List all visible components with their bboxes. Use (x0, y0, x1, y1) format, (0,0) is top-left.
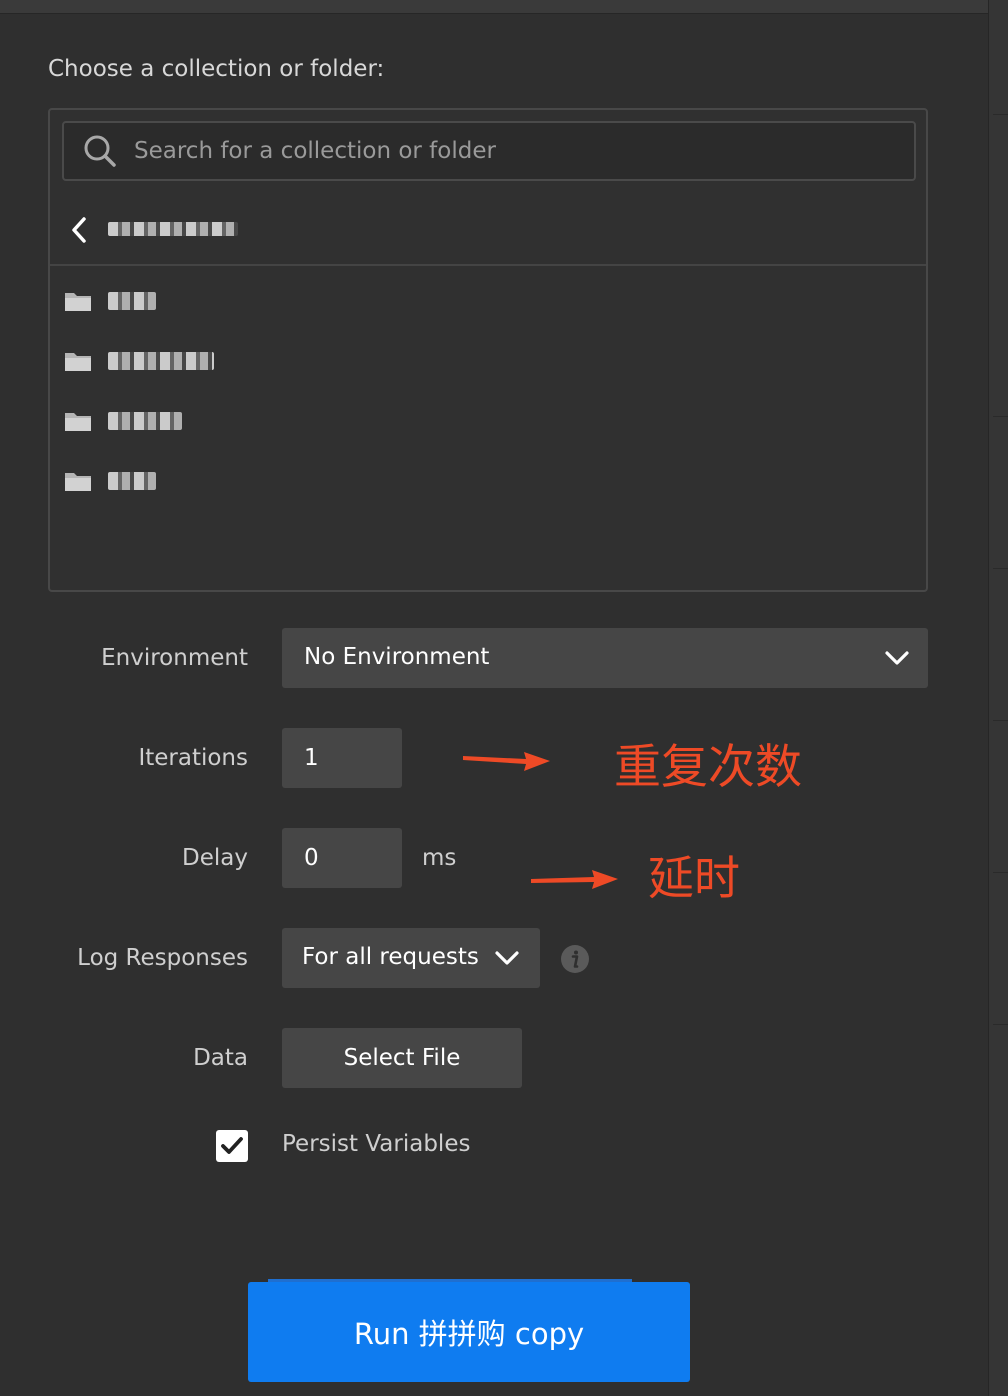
checkmark-icon (221, 1137, 243, 1154)
environment-value: No Environment (304, 644, 490, 670)
chevron-down-icon (495, 951, 519, 965)
breadcrumb-name-redacted (108, 222, 238, 236)
folder-icon (65, 413, 91, 431)
folder-name-redacted (108, 292, 156, 310)
delay-unit: ms (422, 845, 457, 871)
panel-divider (993, 114, 1008, 115)
list-item[interactable] (50, 388, 926, 448)
search-icon (84, 135, 116, 167)
top-bar (0, 0, 988, 14)
panel-divider (993, 568, 1008, 569)
iterations-input[interactable] (282, 728, 402, 788)
persist-variables-label: Persist Variables (282, 1131, 471, 1157)
persist-variables-checkbox[interactable] (216, 1130, 248, 1162)
folder-icon (65, 293, 91, 311)
chevron-left-icon[interactable] (68, 216, 90, 244)
panel-divider (993, 872, 1008, 873)
folder-name-redacted (108, 352, 214, 370)
select-file-button[interactable]: Select File (282, 1028, 522, 1088)
folder-name-redacted (108, 412, 182, 430)
run-button[interactable]: Run 拼拼购 copy (248, 1282, 690, 1382)
folder-list (50, 268, 926, 508)
iterations-annotation: 重复次数 (614, 740, 802, 795)
search-box[interactable] (62, 121, 916, 181)
folder-icon (65, 473, 91, 491)
chevron-down-icon (885, 651, 909, 665)
choose-collection-label: Choose a collection or folder: (48, 56, 385, 82)
panel-divider (993, 720, 1008, 721)
environment-select[interactable]: No Environment (282, 628, 928, 688)
delay-annotation: 延时 (648, 851, 740, 905)
data-label: Data (193, 1045, 248, 1071)
delay-input[interactable] (282, 828, 402, 888)
folder-icon (65, 353, 91, 371)
breadcrumb[interactable] (50, 194, 926, 266)
panel-divider (993, 416, 1008, 417)
folder-name-redacted (108, 472, 156, 490)
log-responses-select[interactable]: For all requests (282, 928, 540, 988)
iterations-label: Iterations (138, 745, 248, 771)
arrow-right-icon (531, 870, 618, 889)
search-input[interactable] (134, 131, 894, 171)
delay-label: Delay (182, 845, 248, 871)
list-item[interactable] (50, 268, 926, 328)
list-item[interactable] (50, 448, 926, 508)
panel-divider (993, 1024, 1008, 1025)
log-responses-value: For all requests (302, 944, 479, 970)
list-item[interactable] (50, 328, 926, 388)
environment-label: Environment (101, 645, 248, 671)
collection-picker (48, 108, 928, 592)
info-icon[interactable] (560, 944, 590, 974)
log-responses-label: Log Responses (77, 945, 248, 971)
right-side-panel (988, 0, 1008, 1396)
arrow-right-icon (463, 752, 550, 771)
